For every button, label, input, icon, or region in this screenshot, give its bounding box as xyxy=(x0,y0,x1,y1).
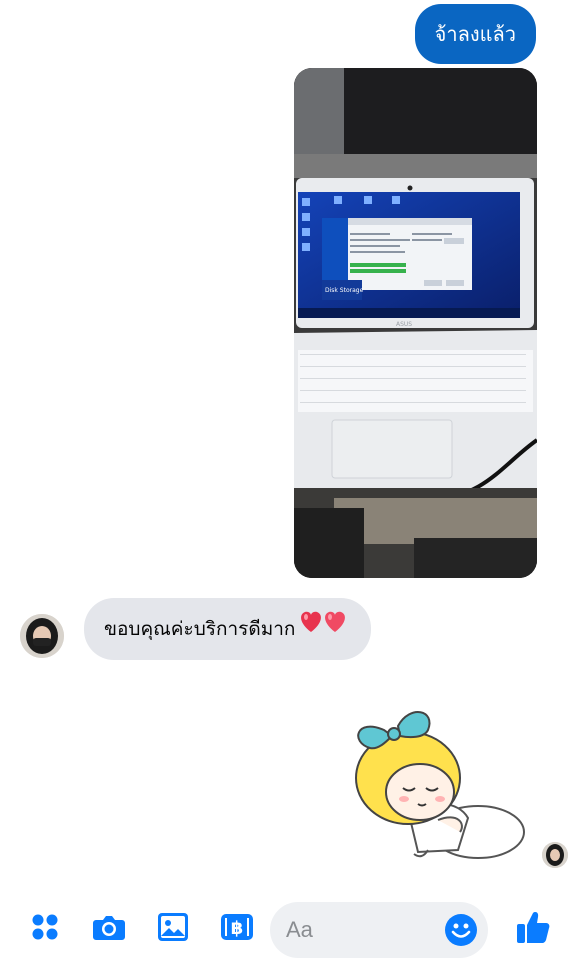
incoming-message-bubble[interactable]: ขอบคุณค่ะบริการดีมาก xyxy=(84,598,372,661)
outgoing-message-bubble[interactable]: จ้าลงแล้ว xyxy=(414,4,536,64)
message-input-container xyxy=(270,902,488,958)
grid-menu-icon[interactable] xyxy=(28,910,62,944)
girl-hugging-pillow-sticker xyxy=(355,711,525,859)
image-icon[interactable] xyxy=(156,910,190,944)
svg-text:฿: ฿ xyxy=(231,918,244,939)
laptop-photo: Disk Storage ASUS xyxy=(294,68,537,578)
sender-avatar[interactable] xyxy=(20,614,64,658)
message-input[interactable] xyxy=(286,902,446,958)
outgoing-photo-message[interactable]: Disk Storage ASUS xyxy=(294,68,537,578)
photo-brand-text: ASUS xyxy=(396,321,412,328)
thumbs-up-icon[interactable] xyxy=(514,908,552,946)
two-hearts-emoji-icon xyxy=(297,599,351,661)
avatar-image xyxy=(20,614,64,658)
message-composer: ฿ xyxy=(0,890,574,960)
seen-receipt-avatar xyxy=(542,842,568,868)
camera-icon[interactable] xyxy=(92,910,126,944)
incoming-message-text: ขอบคุณค่ะบริการดีมาก xyxy=(104,618,296,640)
baht-payment-icon[interactable]: ฿ xyxy=(220,910,254,944)
photo-screen-caption: Disk Storage xyxy=(325,287,364,294)
incoming-sticker[interactable] xyxy=(348,700,530,868)
chat-thread: จ้าลงแล้ว Disk Storage ASUS ขอบคุณค่ะบริ… xyxy=(0,0,574,890)
smiley-emoji-icon[interactable] xyxy=(444,913,478,947)
